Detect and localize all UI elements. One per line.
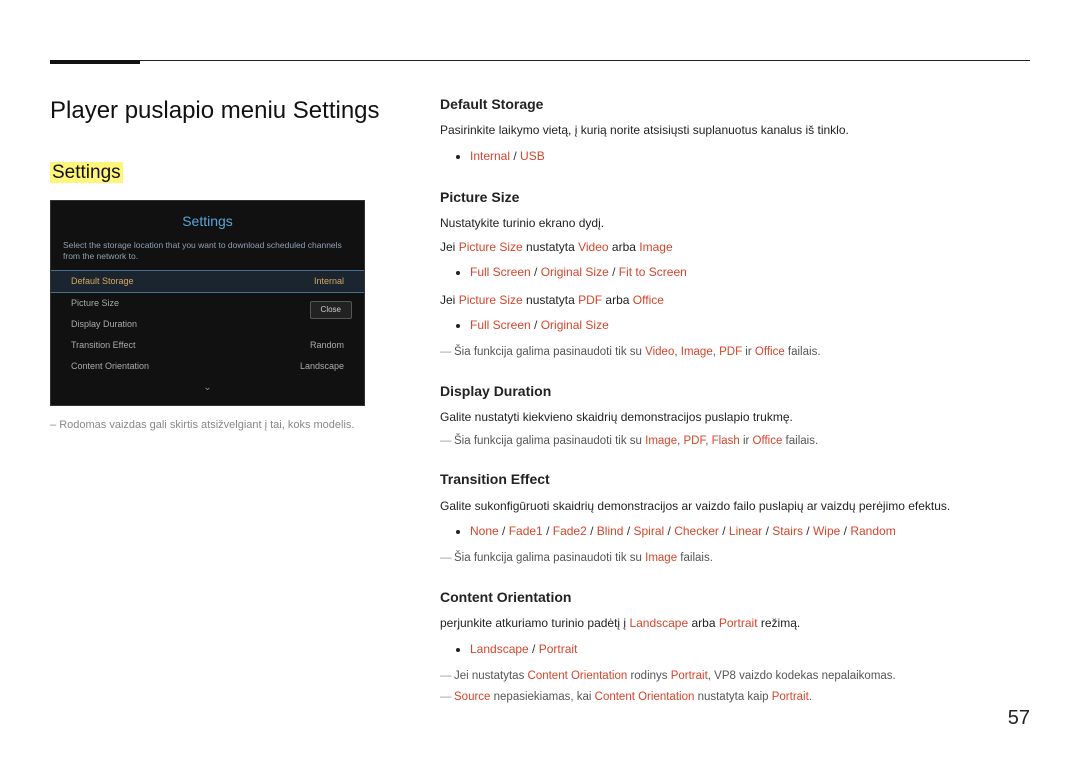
heading-default-storage: Default Storage (440, 94, 1030, 114)
option-list: Landscape / Portrait (470, 639, 1030, 660)
option-list: Full Screen / Original Size (470, 315, 1030, 336)
body-text: Galite nustatyti kiekvieno skaidrių demo… (440, 409, 1030, 426)
body-text: perjunkite atkuriamo turinio padėtį į La… (440, 615, 1030, 632)
option-list: None / Fade1 / Fade2 / Blind / Spiral / … (470, 521, 1030, 542)
screenshot-mock: Settings Select the storage location tha… (50, 200, 365, 406)
screenshot-caption: – Rodomas vaizdas gali skirtis atsižvelg… (50, 418, 390, 434)
mock-row-selected: Default StorageInternal (51, 270, 364, 293)
mock-title: Settings (51, 211, 364, 239)
mock-row: Transition EffectRandom (51, 335, 364, 356)
body-text: Jei Picture Size nustatyta Video arba Im… (440, 239, 1030, 256)
note: Jei nustatytas Content Orientation rodin… (440, 668, 1030, 685)
note: Šia funkcija galima pasinaudoti tik su I… (440, 550, 1030, 567)
heading-content-orientation: Content Orientation (440, 587, 1030, 607)
option-list: Full Screen / Original Size / Fit to Scr… (470, 262, 1030, 283)
page-number: 57 (1008, 704, 1030, 733)
chevron-down-icon: ⌄ (51, 377, 364, 396)
mock-row: Content OrientationLandscape (51, 356, 364, 377)
body-text: Jei Picture Size nustatyta PDF arba Offi… (440, 292, 1030, 309)
note: Šia funkcija galima pasinaudoti tik su V… (440, 344, 1030, 361)
body-text: Pasirinkite laikymo vietą, į kurią norit… (440, 122, 1030, 139)
page-title: Player puslapio meniu Settings (50, 94, 390, 129)
heading-picture-size: Picture Size (440, 187, 1030, 207)
option-list: Internal / USB (470, 146, 1030, 167)
heading-transition-effect: Transition Effect (440, 469, 1030, 489)
note: Šia funkcija galima pasinaudoti tik su I… (440, 433, 1030, 450)
body-text: Nustatykite turinio ekrano dydį. (440, 215, 1030, 232)
note: Source nepasiekiamas, kai Content Orient… (440, 689, 1030, 706)
heading-display-duration: Display Duration (440, 381, 1030, 401)
close-button[interactable]: Close (310, 301, 352, 319)
mock-description: Select the storage location that you wan… (51, 240, 364, 270)
header-accent (50, 60, 140, 64)
section-heading: Settings (50, 159, 390, 187)
body-text: Galite sukonfigūruoti skaidrių demonstra… (440, 498, 1030, 515)
